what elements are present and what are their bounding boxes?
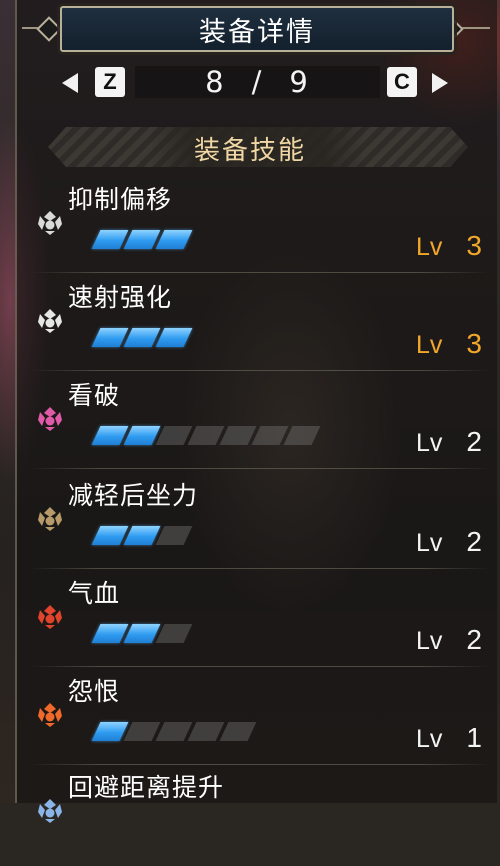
level-pip-filled bbox=[91, 722, 129, 741]
page-separator: / bbox=[251, 65, 264, 99]
level-pip-filled bbox=[155, 230, 193, 249]
page-counter: 8 / 9 bbox=[135, 65, 380, 99]
skill-name: 抑制偏移 bbox=[68, 185, 173, 214]
level-label: Lv bbox=[416, 529, 443, 557]
next-arrow-icon[interactable] bbox=[432, 73, 448, 93]
level-pip-empty bbox=[251, 426, 289, 445]
row-divider bbox=[30, 568, 490, 569]
level-pip-filled bbox=[91, 426, 129, 445]
skill-level: Lv 3 bbox=[416, 328, 482, 360]
level-value: 3 bbox=[466, 230, 482, 261]
row-divider bbox=[30, 666, 490, 667]
level-pip-empty bbox=[155, 526, 193, 545]
skill-row[interactable]: 怨恨 Lv 1 bbox=[0, 672, 500, 770]
level-pip-filled bbox=[123, 426, 161, 445]
row-divider bbox=[30, 272, 490, 273]
skill-decoration-icon bbox=[38, 799, 62, 823]
skill-level: Lv 2 bbox=[416, 426, 482, 458]
level-pip-empty bbox=[155, 624, 193, 643]
level-pip-filled bbox=[91, 328, 129, 347]
skill-row[interactable]: 气血 Lv 2 bbox=[0, 574, 500, 672]
level-pip-filled bbox=[91, 526, 129, 545]
skill-level: Lv 3 bbox=[416, 230, 482, 262]
skill-row[interactable]: 减轻后坐力 Lv 2 bbox=[0, 476, 500, 574]
prev-arrow-icon[interactable] bbox=[62, 73, 78, 93]
row-divider bbox=[30, 764, 490, 765]
skill-level: Lv 2 bbox=[416, 526, 482, 558]
level-label: Lv bbox=[416, 331, 443, 359]
level-pip-filled bbox=[123, 328, 161, 347]
level-value: 2 bbox=[466, 426, 482, 457]
skill-name: 怨恨 bbox=[68, 677, 121, 706]
panel-header: 装备详情 bbox=[60, 6, 454, 52]
level-pip-empty bbox=[155, 426, 193, 445]
level-pip-filled bbox=[123, 624, 161, 643]
skill-row[interactable]: 回避距离提升 bbox=[0, 768, 500, 866]
level-label: Lv bbox=[416, 233, 443, 261]
level-pip-empty bbox=[155, 722, 193, 741]
row-divider bbox=[30, 370, 490, 371]
skill-decoration-icon bbox=[38, 407, 62, 431]
skill-level-gauge bbox=[91, 230, 193, 249]
skill-row[interactable]: 抑制偏移 Lv 3 bbox=[0, 180, 500, 278]
skill-level-gauge bbox=[91, 426, 321, 445]
level-pip-filled bbox=[91, 230, 129, 249]
skill-name: 气血 bbox=[68, 579, 121, 608]
level-value: 2 bbox=[466, 624, 482, 655]
level-pip-empty bbox=[187, 722, 225, 741]
level-pip-filled bbox=[123, 526, 161, 545]
skill-name: 速射强化 bbox=[68, 283, 173, 312]
level-pip-filled bbox=[91, 624, 129, 643]
skill-decoration-icon bbox=[38, 211, 62, 235]
page-title: 装备详情 bbox=[199, 16, 315, 48]
level-value: 3 bbox=[466, 328, 482, 359]
level-label: Lv bbox=[416, 429, 443, 457]
skill-level-gauge bbox=[91, 526, 193, 545]
level-pip-filled bbox=[155, 328, 193, 347]
skill-name: 回避距离提升 bbox=[68, 773, 225, 802]
level-value: 2 bbox=[466, 526, 482, 557]
level-pip-empty bbox=[219, 426, 257, 445]
level-pip-filled bbox=[123, 230, 161, 249]
skill-decoration-icon bbox=[38, 507, 62, 531]
row-divider bbox=[30, 468, 490, 469]
level-pip-empty bbox=[123, 722, 161, 741]
level-pip-empty bbox=[283, 426, 321, 445]
skill-level: Lv 2 bbox=[416, 624, 482, 656]
level-pip-empty bbox=[219, 722, 257, 741]
skill-level-gauge bbox=[91, 624, 193, 643]
prev-page-key[interactable]: Z bbox=[95, 67, 125, 97]
skill-level-gauge bbox=[91, 328, 193, 347]
skill-decoration-icon bbox=[38, 309, 62, 333]
skill-name: 看破 bbox=[68, 381, 121, 410]
skill-row[interactable]: 速射强化 Lv 3 bbox=[0, 278, 500, 376]
skill-name: 减轻后坐力 bbox=[68, 481, 199, 510]
level-label: Lv bbox=[416, 725, 443, 753]
page-total: 9 bbox=[289, 65, 310, 99]
level-pip-empty bbox=[187, 426, 225, 445]
skill-row[interactable]: 看破 Lv 2 bbox=[0, 376, 500, 474]
skill-decoration-icon bbox=[38, 605, 62, 629]
skill-decoration-icon bbox=[38, 703, 62, 727]
level-label: Lv bbox=[416, 627, 443, 655]
skill-level: Lv 1 bbox=[416, 722, 482, 754]
page-current: 8 bbox=[205, 65, 226, 99]
level-value: 1 bbox=[466, 722, 482, 753]
section-title: 装备技能 bbox=[193, 136, 306, 166]
skill-level-gauge bbox=[91, 722, 257, 741]
next-page-key[interactable]: C bbox=[387, 67, 417, 97]
